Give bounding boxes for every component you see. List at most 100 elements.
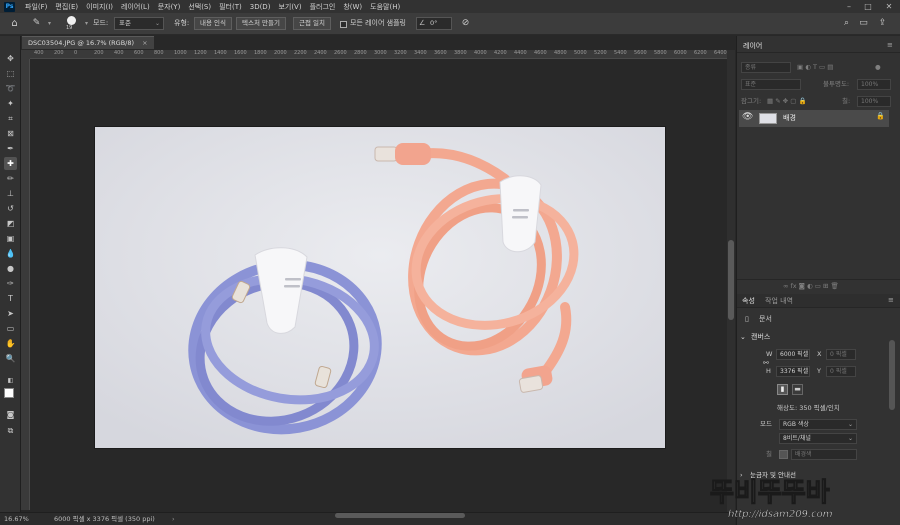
clone-stamp-tool-icon[interactable]: ⊥ (4, 187, 17, 200)
workspace-icon[interactable]: ▭ (857, 17, 870, 30)
ruler-tick-label: 6400 (714, 50, 727, 56)
angle-field[interactable]: ∠ 0° (416, 17, 452, 30)
minimize-icon[interactable]: – (842, 0, 856, 13)
menu-window[interactable]: 창(W) (339, 2, 366, 12)
lock-icons[interactable]: ▦ ✎ ✥ ▢ 🔒 (767, 96, 807, 107)
menu-select[interactable]: 선택(S) (184, 2, 215, 12)
create-texture-button[interactable]: 텍스처 만들기 (236, 17, 286, 30)
panel-menu-icon[interactable]: ≡ (887, 39, 893, 51)
vertical-scrollbar[interactable] (727, 50, 735, 512)
layer-row-background[interactable]: 👁 배경 🔒 (739, 110, 889, 127)
menu-edit[interactable]: 편집(E) (51, 2, 82, 12)
horizontal-ruler[interactable]: 400 200 0 200 400 600 800 1000 1200 1400 1600 1800 2… (30, 50, 727, 59)
menu-image[interactable]: 이미지(I) (82, 2, 117, 12)
y-field[interactable]: 0 픽셀 (826, 366, 856, 377)
sample-all-layers-checkbox[interactable] (340, 21, 347, 28)
vertical-scroll-thumb[interactable] (728, 240, 734, 320)
type-tool-icon[interactable]: T (4, 292, 17, 305)
chevron-down-icon[interactable]: ▾ (80, 17, 93, 30)
crop-tool-icon[interactable]: ⌗ (4, 112, 17, 125)
frame-tool-icon[interactable]: ⊠ (4, 127, 17, 140)
menu-3d[interactable]: 3D(D) (246, 3, 275, 11)
gradient-tool-icon[interactable]: ▣ (4, 232, 17, 245)
close-icon[interactable]: ✕ (882, 0, 896, 13)
close-tab-icon[interactable]: × (142, 39, 147, 47)
share-icon[interactable]: ⇪ (876, 17, 889, 30)
layer-fill-field[interactable]: 100% (857, 96, 891, 107)
tab-history[interactable]: 작업 내역 (765, 295, 793, 307)
layer-actions-icons[interactable]: ∞ fx ◙ ◐ ▭ ⊞ 🗑 (783, 281, 839, 292)
brush-tool-icon[interactable]: ✏ (4, 172, 17, 185)
canvas-section-toggle[interactable]: ⌄ (740, 332, 746, 343)
dodge-tool-icon[interactable]: ● (4, 262, 17, 275)
path-selection-tool-icon[interactable]: ➤ (4, 307, 17, 320)
blend-mode-select[interactable]: 표준 (741, 79, 801, 90)
default-colors-icon[interactable]: ◧ (4, 374, 17, 387)
brush-preset-picker[interactable]: 19 (64, 16, 80, 33)
blur-tool-icon[interactable]: 💧 (4, 247, 17, 260)
landscape-orientation-icon[interactable]: ▬ (792, 384, 803, 395)
proximity-match-button[interactable]: 근접 일치 (293, 17, 331, 30)
pressure-size-icon[interactable]: ⊘ (459, 17, 472, 30)
portrait-orientation-icon[interactable]: ▮ (777, 384, 788, 395)
document-info[interactable]: 6000 픽셀 x 3376 픽셀 (350 ppi) (54, 513, 155, 525)
search-icon[interactable]: ⌕ (840, 17, 853, 30)
spot-healing-brush-icon[interactable]: ✎ (30, 17, 43, 30)
bit-depth-select[interactable]: 8비트/채널 ⌄ (779, 433, 857, 444)
panel-menu-icon[interactable]: ≡ (888, 294, 894, 306)
pen-tool-icon[interactable]: ✑ (4, 277, 17, 290)
zoom-tool-icon[interactable]: 🔍 (4, 352, 17, 365)
filter-toggle-icon[interactable]: ● (875, 62, 881, 73)
marquee-tool-icon[interactable]: ⬚ (4, 67, 17, 80)
height-field[interactable]: 3376 픽셀 (776, 366, 810, 377)
layer-name[interactable]: 배경 (783, 113, 796, 123)
foreground-color-swatch[interactable] (4, 388, 14, 398)
menu-layer[interactable]: 레이어(L) (117, 2, 154, 12)
opacity-field[interactable]: 100% (857, 79, 891, 90)
properties-panel-header: 속성 작업 내역 ≡ (737, 294, 900, 308)
quick-mask-icon[interactable]: ◙ (4, 408, 17, 421)
layers-panel-title[interactable]: 레이어 (743, 40, 762, 52)
rectangle-tool-icon[interactable]: ▭ (4, 322, 17, 335)
spot-healing-tool-icon[interactable]: ✚ (4, 157, 17, 170)
hand-tool-icon[interactable]: ✋ (4, 337, 17, 350)
maximize-icon[interactable]: □ (861, 0, 875, 13)
x-field[interactable]: 0 픽셀 (826, 349, 856, 360)
width-field[interactable]: 6000 픽셀 (776, 349, 810, 360)
tab-properties[interactable]: 속성 (742, 295, 755, 307)
menu-filter[interactable]: 필터(T) (215, 2, 246, 12)
layer-filter-select[interactable]: 종류 (741, 62, 791, 73)
move-tool-icon[interactable]: ✥ (4, 52, 17, 65)
canvas-fill-select[interactable]: 배경색 (791, 449, 857, 460)
layer-fill-value: 100% (861, 98, 879, 105)
chevron-down-icon[interactable]: ▾ (43, 17, 56, 30)
zoom-level[interactable]: 16.67% (4, 513, 29, 525)
width-value: 6000 픽셀 (780, 351, 809, 358)
visibility-eye-icon[interactable]: 👁 (742, 112, 753, 122)
history-brush-tool-icon[interactable]: ↺ (4, 202, 17, 215)
menu-view[interactable]: 보기(V) (274, 2, 305, 12)
fill-swatch[interactable] (779, 450, 788, 459)
properties-scrollbar[interactable] (889, 340, 895, 410)
menu-type[interactable]: 문자(Y) (154, 2, 185, 12)
document-tab[interactable]: DSC03504.JPG @ 16.7% (RGB/8) × (22, 36, 154, 49)
menu-file[interactable]: 파일(F) (21, 2, 51, 12)
content-aware-button[interactable]: 내용 인식 (194, 17, 232, 30)
horizontal-scroll-thumb[interactable] (335, 513, 465, 518)
magic-wand-tool-icon[interactable]: ✦ (4, 97, 17, 110)
eraser-tool-icon[interactable]: ◩ (4, 217, 17, 230)
menu-help[interactable]: 도움말(H) (366, 2, 404, 12)
vertical-ruler[interactable] (21, 59, 30, 510)
color-mode-select[interactable]: RGB 색상 ⌄ (779, 419, 857, 430)
mode-select[interactable]: 표준 ⌄ (114, 17, 164, 30)
ruler-tick-label: 600 (134, 50, 144, 56)
home-icon[interactable]: ⌂ (8, 17, 21, 30)
status-arrow-icon[interactable]: › (172, 513, 175, 525)
mode-select-value: 표준 (119, 19, 131, 27)
menu-plugins[interactable]: 플러그인 (306, 2, 340, 12)
lock-icon: 🔒 (876, 112, 885, 120)
screen-mode-icon[interactable]: ⧉ (4, 424, 17, 437)
canvas-image[interactable] (95, 127, 665, 448)
eyedropper-tool-icon[interactable]: ✒ (4, 142, 17, 155)
lasso-tool-icon[interactable]: ➰ (4, 82, 17, 95)
